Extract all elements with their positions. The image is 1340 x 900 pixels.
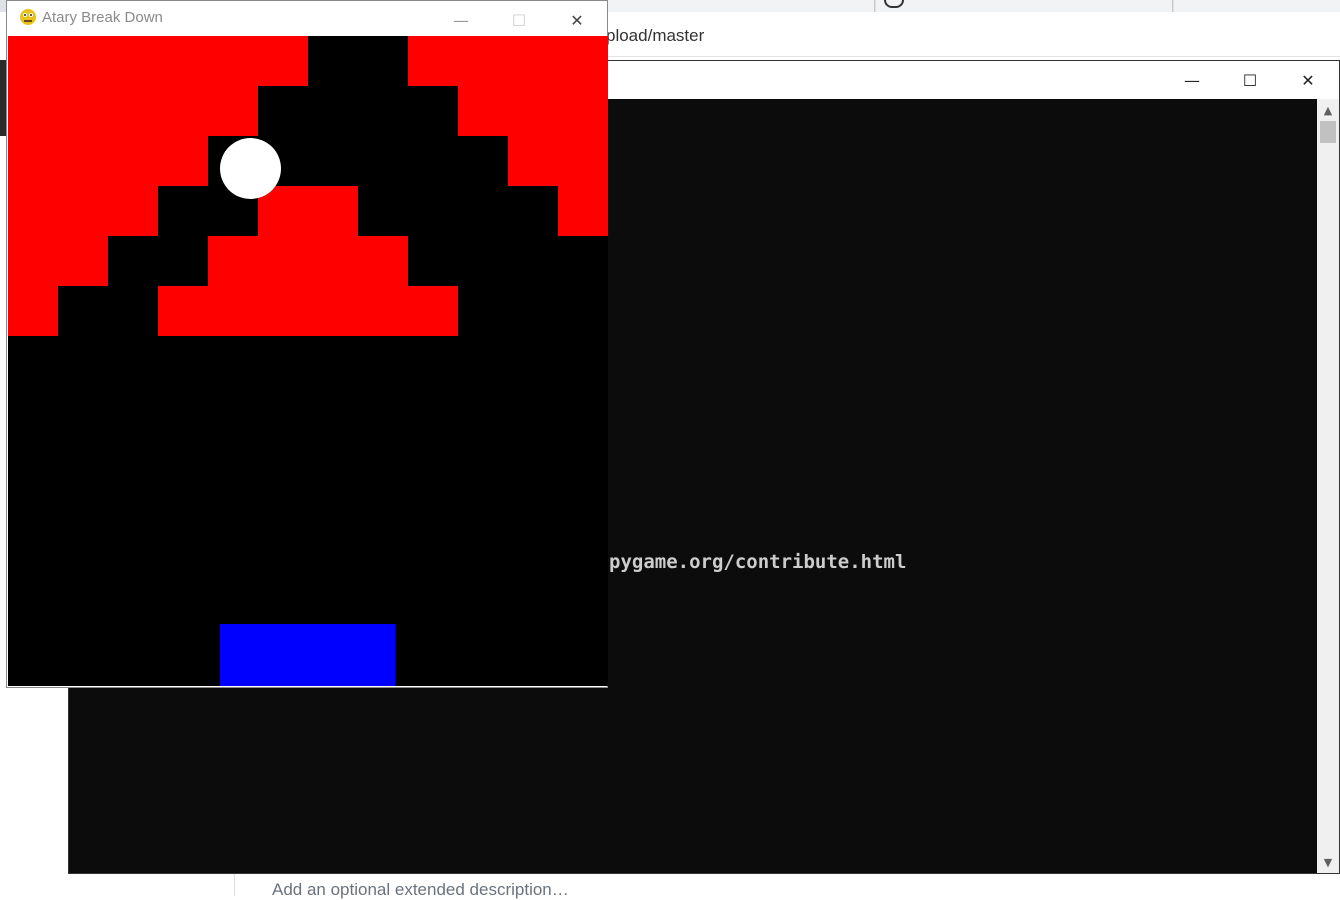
maximize-icon: ☐: [1242, 70, 1258, 90]
maximize-button: ☐: [490, 1, 548, 39]
commit-description-input[interactable]: Add an optional extended description…: [272, 880, 569, 900]
close-icon: ✕: [570, 10, 584, 30]
brick: [558, 186, 608, 236]
minimize-button[interactable]: —: [1163, 61, 1221, 99]
game-titlebar[interactable]: Atary Break Down — ☐ ✕: [7, 1, 607, 36]
console-scrollbar[interactable]: ▲ ▼: [1317, 99, 1339, 873]
browser-tab[interactable]: [1174, 0, 1340, 12]
scroll-down-icon[interactable]: ▼: [1317, 853, 1339, 871]
brick: [258, 186, 358, 236]
maximize-icon: ☐: [511, 10, 527, 30]
brick: [408, 36, 608, 86]
browser-tab[interactable]: [608, 0, 875, 12]
minimize-icon: —: [453, 10, 469, 30]
close-icon: ✕: [1301, 70, 1315, 90]
brick: [8, 286, 58, 336]
address-url-text[interactable]: pload/master: [606, 26, 704, 46]
brick: [8, 36, 308, 86]
brick: [8, 136, 208, 186]
close-button[interactable]: ✕: [548, 1, 606, 39]
game-window: Atary Break Down — ☐ ✕: [6, 0, 608, 688]
brick: [158, 286, 458, 336]
pygame-snake-icon: [20, 9, 36, 25]
brick: [8, 236, 108, 286]
close-button[interactable]: ✕: [1279, 61, 1337, 99]
minimize-icon: —: [1184, 70, 1200, 90]
paddle: [220, 624, 395, 686]
game-canvas[interactable]: [8, 36, 608, 686]
ball: [220, 138, 281, 199]
brick: [208, 236, 408, 286]
minimize-button[interactable]: —: [432, 1, 490, 39]
brick: [508, 136, 608, 186]
brick: [8, 186, 158, 236]
browser-tab[interactable]: [876, 0, 1173, 12]
scroll-thumb[interactable]: [1320, 121, 1336, 143]
brick: [458, 86, 608, 136]
page-divider: [234, 872, 235, 896]
window-title: Atary Break Down: [42, 9, 163, 26]
maximize-button[interactable]: ☐: [1221, 61, 1279, 99]
console-output-line: pygame.org/contribute.html: [609, 551, 907, 573]
scroll-up-icon[interactable]: ▲: [1317, 101, 1339, 119]
brick: [8, 86, 258, 136]
